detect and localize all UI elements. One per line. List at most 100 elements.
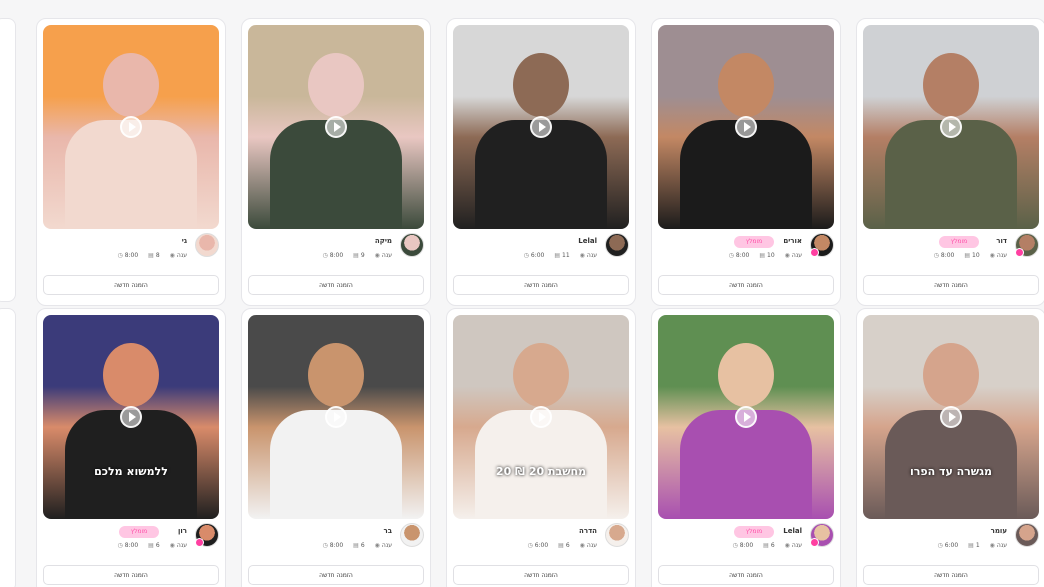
creator-card[interactable]: גי ◷ 8:00 ▤ 8 ◉ ענה הזמנה חדשה — [36, 18, 226, 306]
new-order-button[interactable]: הזמנה חדשה — [248, 565, 424, 585]
video-thumbnail[interactable] — [248, 315, 424, 519]
reply-icon: ◉ — [374, 542, 380, 549]
new-order-button[interactable]: הזמנה חדשה — [863, 275, 1039, 295]
video-caption: 20 ₪ מחשבת 20 — [495, 465, 587, 478]
play-icon[interactable] — [530, 116, 552, 138]
new-order-button[interactable]: הזמנה חדשה — [453, 275, 629, 295]
stat-value: 8:00 — [940, 252, 955, 259]
avatar[interactable] — [400, 233, 424, 257]
new-order-button[interactable]: הזמנה חדשה — [658, 565, 834, 585]
creator-card[interactable]: מיקה ◷ 8:00 ▤ 9 ◉ ענה הזמנה חדשה — [241, 18, 431, 306]
new-order-button[interactable]: הזמנה חדשה — [43, 565, 219, 585]
creator-photo — [513, 343, 569, 407]
avatar[interactable] — [605, 523, 629, 547]
stat-item: ◷ 8:00 — [934, 252, 955, 259]
creator-photo — [923, 343, 979, 407]
creator-card[interactable]: ללמשוא מלכם רון מומלץ ◷ 8:00 ▤ 6 ◉ ענה הזמנה חדשה — [36, 308, 226, 587]
clock-icon: ◷ — [523, 252, 529, 259]
new-order-button[interactable]: הזמנה חדשה — [43, 275, 219, 295]
play-icon[interactable] — [530, 406, 552, 428]
creator-card[interactable]: בר ◷ 8:00 ▤ 6 ◉ ענה הזמנה חדשה — [241, 308, 431, 587]
creator-card[interactable]: 20 ₪ מחשבת 20 הדרה ◷ 6:00 ▤ 6 ◉ ענה הזמנה חדשה — [446, 308, 636, 587]
creator-card[interactable]: Lelal מומלץ ◷ 8:00 ▤ 6 ◉ ענה הזמנה חדשה — [651, 308, 841, 587]
creator-card[interactable]: Lelal ◷ 6:00 ▤ 11 ◉ ענה הזמנה חדשה — [446, 18, 636, 306]
new-order-button[interactable]: הזמנה חדשה — [453, 565, 629, 585]
stat-item: ◉ ענה — [580, 542, 597, 549]
creator-photo — [308, 343, 364, 407]
stat-item: ◉ ענה — [785, 252, 802, 259]
play-icon[interactable] — [735, 406, 757, 428]
avatar[interactable] — [1015, 233, 1039, 257]
video-thumbnail[interactable]: ללמשוא מלכם — [43, 315, 219, 519]
creator-name: מיקה — [374, 237, 392, 245]
stat-value: 6:00 — [534, 542, 549, 549]
play-icon[interactable] — [735, 116, 757, 138]
avatar[interactable] — [400, 523, 424, 547]
clock-icon: ◷ — [117, 542, 123, 549]
stat-item: ◷ 8:00 — [732, 542, 753, 549]
avatar[interactable] — [810, 233, 834, 257]
avatar[interactable] — [195, 233, 219, 257]
video-thumbnail[interactable] — [658, 25, 834, 229]
new-order-button[interactable]: הזמנה חדשה — [658, 275, 834, 295]
clock-icon: ◷ — [322, 252, 328, 259]
stat-value: 8 — [155, 252, 160, 259]
new-order-button[interactable]: הזמנה חדשה — [248, 275, 424, 295]
video-thumbnail[interactable] — [658, 315, 834, 519]
creator-photo — [718, 53, 774, 117]
video-thumbnail[interactable] — [453, 25, 629, 229]
video-caption: מגשרה עד הפרו — [909, 465, 993, 478]
stat-value: 11 — [562, 252, 570, 259]
new-order-button[interactable]: הזמנה חדשה — [863, 565, 1039, 585]
stat-value: ענה — [381, 252, 392, 259]
partial-card-left-top — [0, 18, 16, 302]
play-icon[interactable] — [940, 116, 962, 138]
stat-value: ענה — [996, 542, 1007, 549]
reply-icon: ◉ — [169, 252, 175, 259]
creator-name: אורים — [783, 237, 802, 245]
play-icon[interactable] — [940, 406, 962, 428]
stat-value: 10 — [972, 252, 980, 259]
stat-value: 8:00 — [739, 542, 754, 549]
video-count-icon: ▤ — [763, 542, 769, 549]
play-icon[interactable] — [325, 406, 347, 428]
stat-value: 6 — [770, 542, 775, 549]
creator-card[interactable]: מגשרה עד הפרו עומר ◷ 6:00 ▤ 1 ◉ ענה הזמנה חדשה — [856, 308, 1044, 587]
video-thumbnail[interactable] — [43, 25, 219, 229]
stat-item: ◉ ענה — [170, 542, 187, 549]
stat-value: ענה — [791, 542, 802, 549]
reply-icon: ◉ — [374, 252, 380, 259]
avatar[interactable] — [605, 233, 629, 257]
video-count-icon: ▤ — [148, 542, 154, 549]
creator-photo — [718, 343, 774, 407]
stat-value: ענה — [586, 542, 597, 549]
video-thumbnail[interactable]: 20 ₪ מחשבת 20 — [453, 315, 629, 519]
avatar[interactable] — [810, 523, 834, 547]
stat-value: ענה — [586, 252, 597, 259]
creator-stats: ◷ 8:00 ▤ 6 ◉ ענה — [722, 542, 802, 549]
video-count-icon: ▤ — [148, 252, 154, 259]
creator-name: רון — [177, 527, 187, 535]
play-icon[interactable] — [120, 116, 142, 138]
video-thumbnail[interactable] — [248, 25, 424, 229]
avatar[interactable] — [1015, 523, 1039, 547]
creator-photo — [923, 53, 979, 117]
stat-item: ◷ 6:00 — [524, 252, 545, 259]
stat-item: ◉ ענה — [785, 542, 802, 549]
play-icon[interactable] — [325, 116, 347, 138]
video-count-icon: ▤ — [353, 542, 359, 549]
status-dot — [1015, 248, 1024, 257]
stat-item: ◉ ענה — [375, 542, 392, 549]
play-icon[interactable] — [120, 406, 142, 428]
video-count-icon: ▤ — [968, 542, 974, 549]
video-thumbnail[interactable]: מגשרה עד הפרו — [863, 315, 1039, 519]
avatar[interactable] — [195, 523, 219, 547]
video-thumbnail[interactable] — [863, 25, 1039, 229]
creator-card[interactable]: דור מומלץ ◷ 8:00 ▤ 10 ◉ ענה הזמנה חדשה — [856, 18, 1044, 306]
stat-item: ◷ 8:00 — [322, 542, 343, 549]
clock-icon: ◷ — [322, 542, 328, 549]
creator-card[interactable]: אורים מומלץ ◷ 8:00 ▤ 10 ◉ ענה הזמנה חדשה — [651, 18, 841, 306]
reply-icon: ◉ — [579, 252, 585, 259]
stat-item: ▤ 10 — [964, 252, 979, 259]
status-badge: מומלץ — [939, 236, 979, 248]
